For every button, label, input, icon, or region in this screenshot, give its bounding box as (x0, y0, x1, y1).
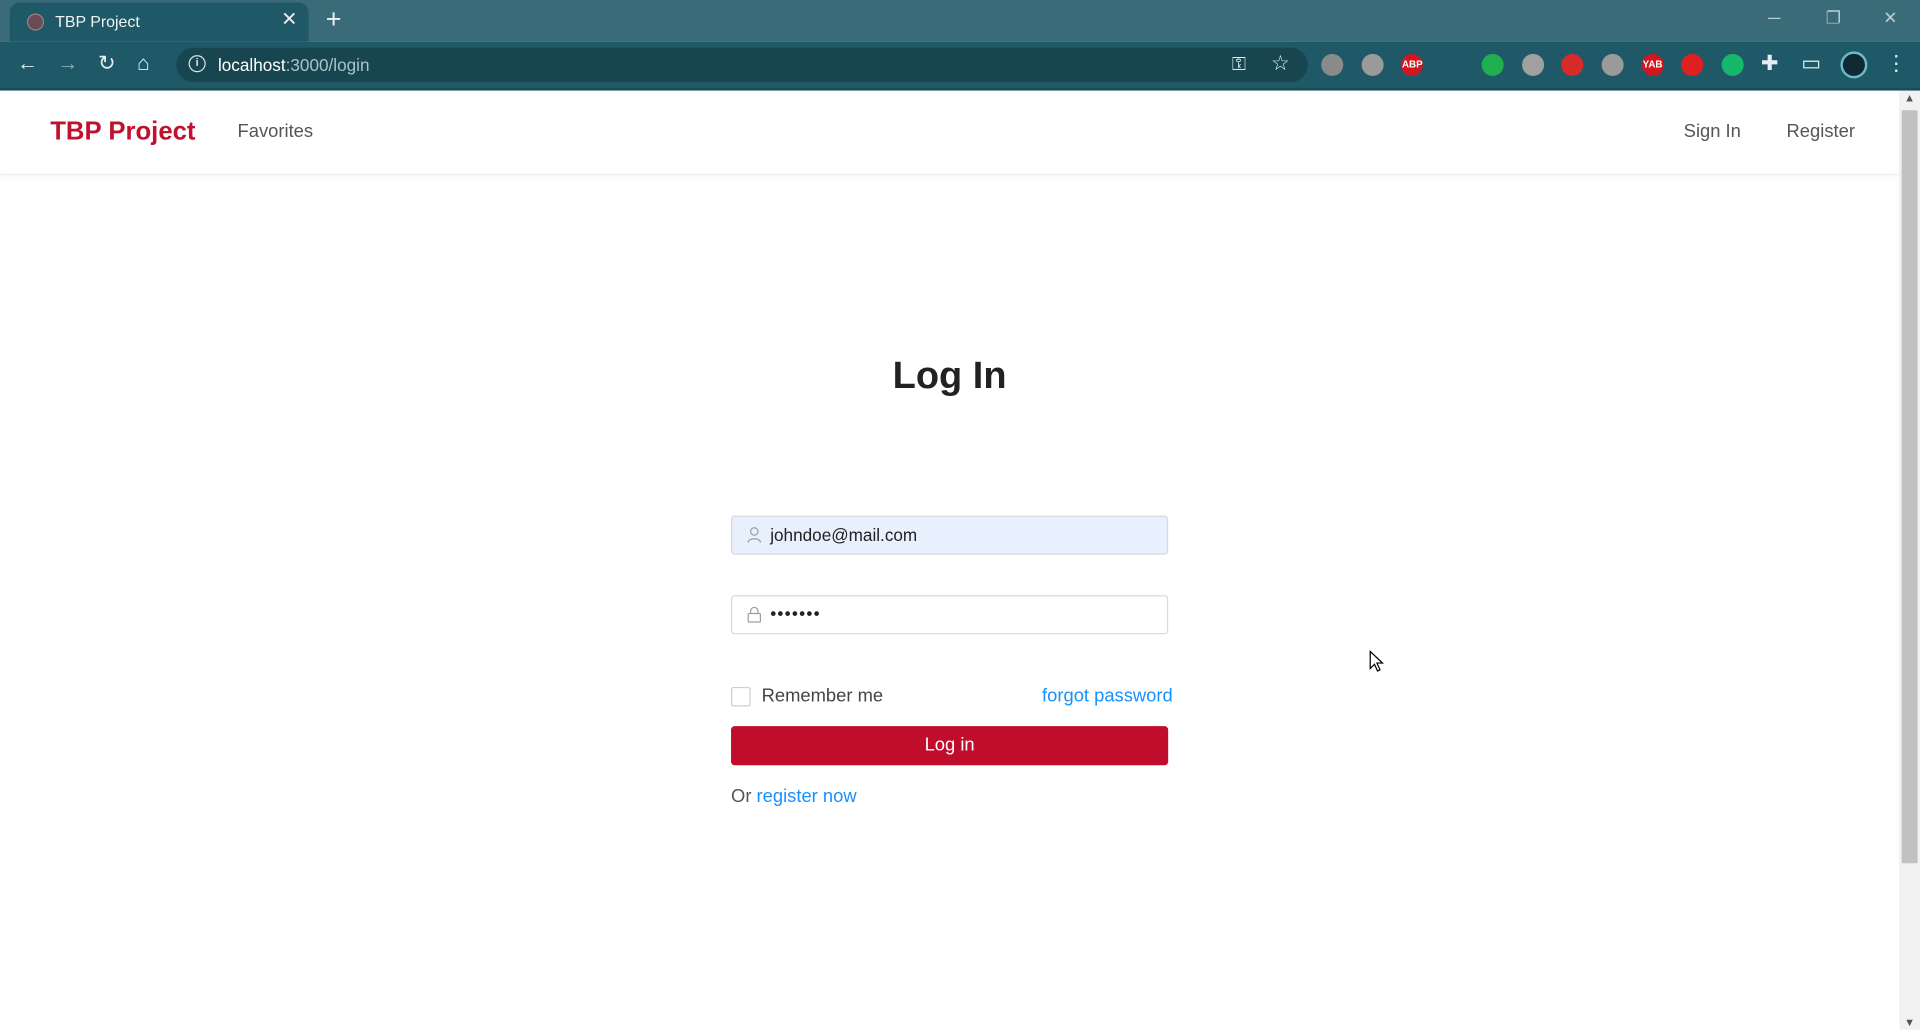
forward-icon[interactable]: → (58, 51, 79, 75)
lock-icon (747, 606, 762, 623)
url-host: localhost (217, 55, 286, 75)
nav-register[interactable]: Register (1787, 121, 1855, 142)
nav-favorites[interactable]: Favorites (238, 121, 314, 142)
extensions-puzzle-icon[interactable]: ✚ (1761, 51, 1778, 75)
brand-logo[interactable]: TBP Project (50, 118, 195, 147)
nav-sign-in[interactable]: Sign In (1684, 121, 1741, 142)
home-icon[interactable]: ⌂ (137, 51, 150, 75)
window-close-icon[interactable]: ✕ (1883, 7, 1897, 28)
url-path: :3000/login (285, 55, 370, 75)
mendeley-ext-icon[interactable] (1561, 53, 1584, 76)
user-icon (747, 527, 762, 543)
scroll-up-icon[interactable]: ▲ (1904, 92, 1915, 104)
new-tab-icon[interactable]: + (326, 4, 342, 34)
key-icon[interactable]: ⚿ (1232, 54, 1246, 75)
cast-icon[interactable]: ▭ (1801, 51, 1821, 75)
back-icon[interactable]: ← (17, 51, 38, 75)
info-icon[interactable]: i (188, 55, 206, 73)
address-bar[interactable]: i localhost:3000/login ⚿ ☆ (176, 47, 1308, 83)
remember-label[interactable]: Remember me (762, 686, 883, 707)
mouse-cursor-icon (1369, 650, 1384, 672)
adblock-ext-icon[interactable]: ABP (1401, 53, 1424, 76)
register-now-link[interactable]: register now (757, 786, 857, 807)
page-content: TBP Project Favorites Sign In Register (0, 90, 1900, 1030)
scroll-down-icon[interactable]: ▼ (1904, 1016, 1915, 1028)
owl-ext-icon[interactable] (1361, 53, 1384, 76)
circle-ext-icon[interactable] (1721, 53, 1744, 76)
bookmark-star-icon[interactable]: ☆ (1271, 51, 1290, 75)
browser-window: TBP Project ✕ + ─ ❐ ✕ ← → ↻ ⌂ i localhos… (0, 0, 1920, 1030)
green-ext-icon[interactable] (1481, 53, 1504, 76)
browser-tab[interactable]: TBP Project ✕ (9, 2, 309, 42)
minimize-icon[interactable]: ─ (1768, 7, 1780, 27)
lightbulb-ext-icon[interactable] (1321, 53, 1344, 76)
email-field[interactable]: johndoe@mail.com (731, 515, 1169, 555)
browser-menu-icon[interactable]: ⋮ (1886, 51, 1907, 75)
url-text[interactable]: localhost:3000/login (218, 55, 370, 75)
flag-ext-icon[interactable] (1681, 53, 1704, 76)
restore-icon[interactable]: ❐ (1826, 7, 1841, 28)
yab-ext-icon[interactable]: YAB (1641, 53, 1664, 76)
register-prompt: Or register now (731, 786, 857, 807)
password-value: ••••••• (770, 603, 821, 624)
scrollbar-thumb[interactable] (1901, 110, 1918, 864)
translate-ext-icon[interactable] (1601, 53, 1624, 76)
reload-icon[interactable]: ↻ (98, 51, 115, 75)
site-header: TBP Project Favorites Sign In Register (0, 91, 1900, 176)
page-title: Log In (892, 353, 1007, 397)
favicon-icon (26, 13, 45, 31)
pocket-ext-icon[interactable] (1441, 53, 1464, 76)
box-ext-icon[interactable] (1521, 53, 1544, 76)
page-scrollbar[interactable]: ▲ ▼ (1899, 90, 1920, 1030)
close-tab-icon[interactable]: ✕ (281, 10, 297, 32)
remember-checkbox[interactable] (731, 686, 751, 707)
forgot-password-link[interactable]: forgot password (1042, 686, 1173, 707)
tab-title: TBP Project (55, 12, 140, 31)
email-value: johndoe@mail.com (770, 525, 918, 545)
browser-tabbar: TBP Project ✕ + ─ ❐ ✕ (0, 0, 1920, 42)
browser-toolbar: ← → ↻ ⌂ i localhost:3000/login ⚿ ☆ ABP YA… (0, 41, 1920, 91)
or-text: Or (731, 786, 752, 807)
profile-avatar[interactable] (1840, 51, 1868, 79)
password-field[interactable]: ••••••• (731, 595, 1169, 635)
login-button[interactable]: Log in (731, 726, 1169, 766)
